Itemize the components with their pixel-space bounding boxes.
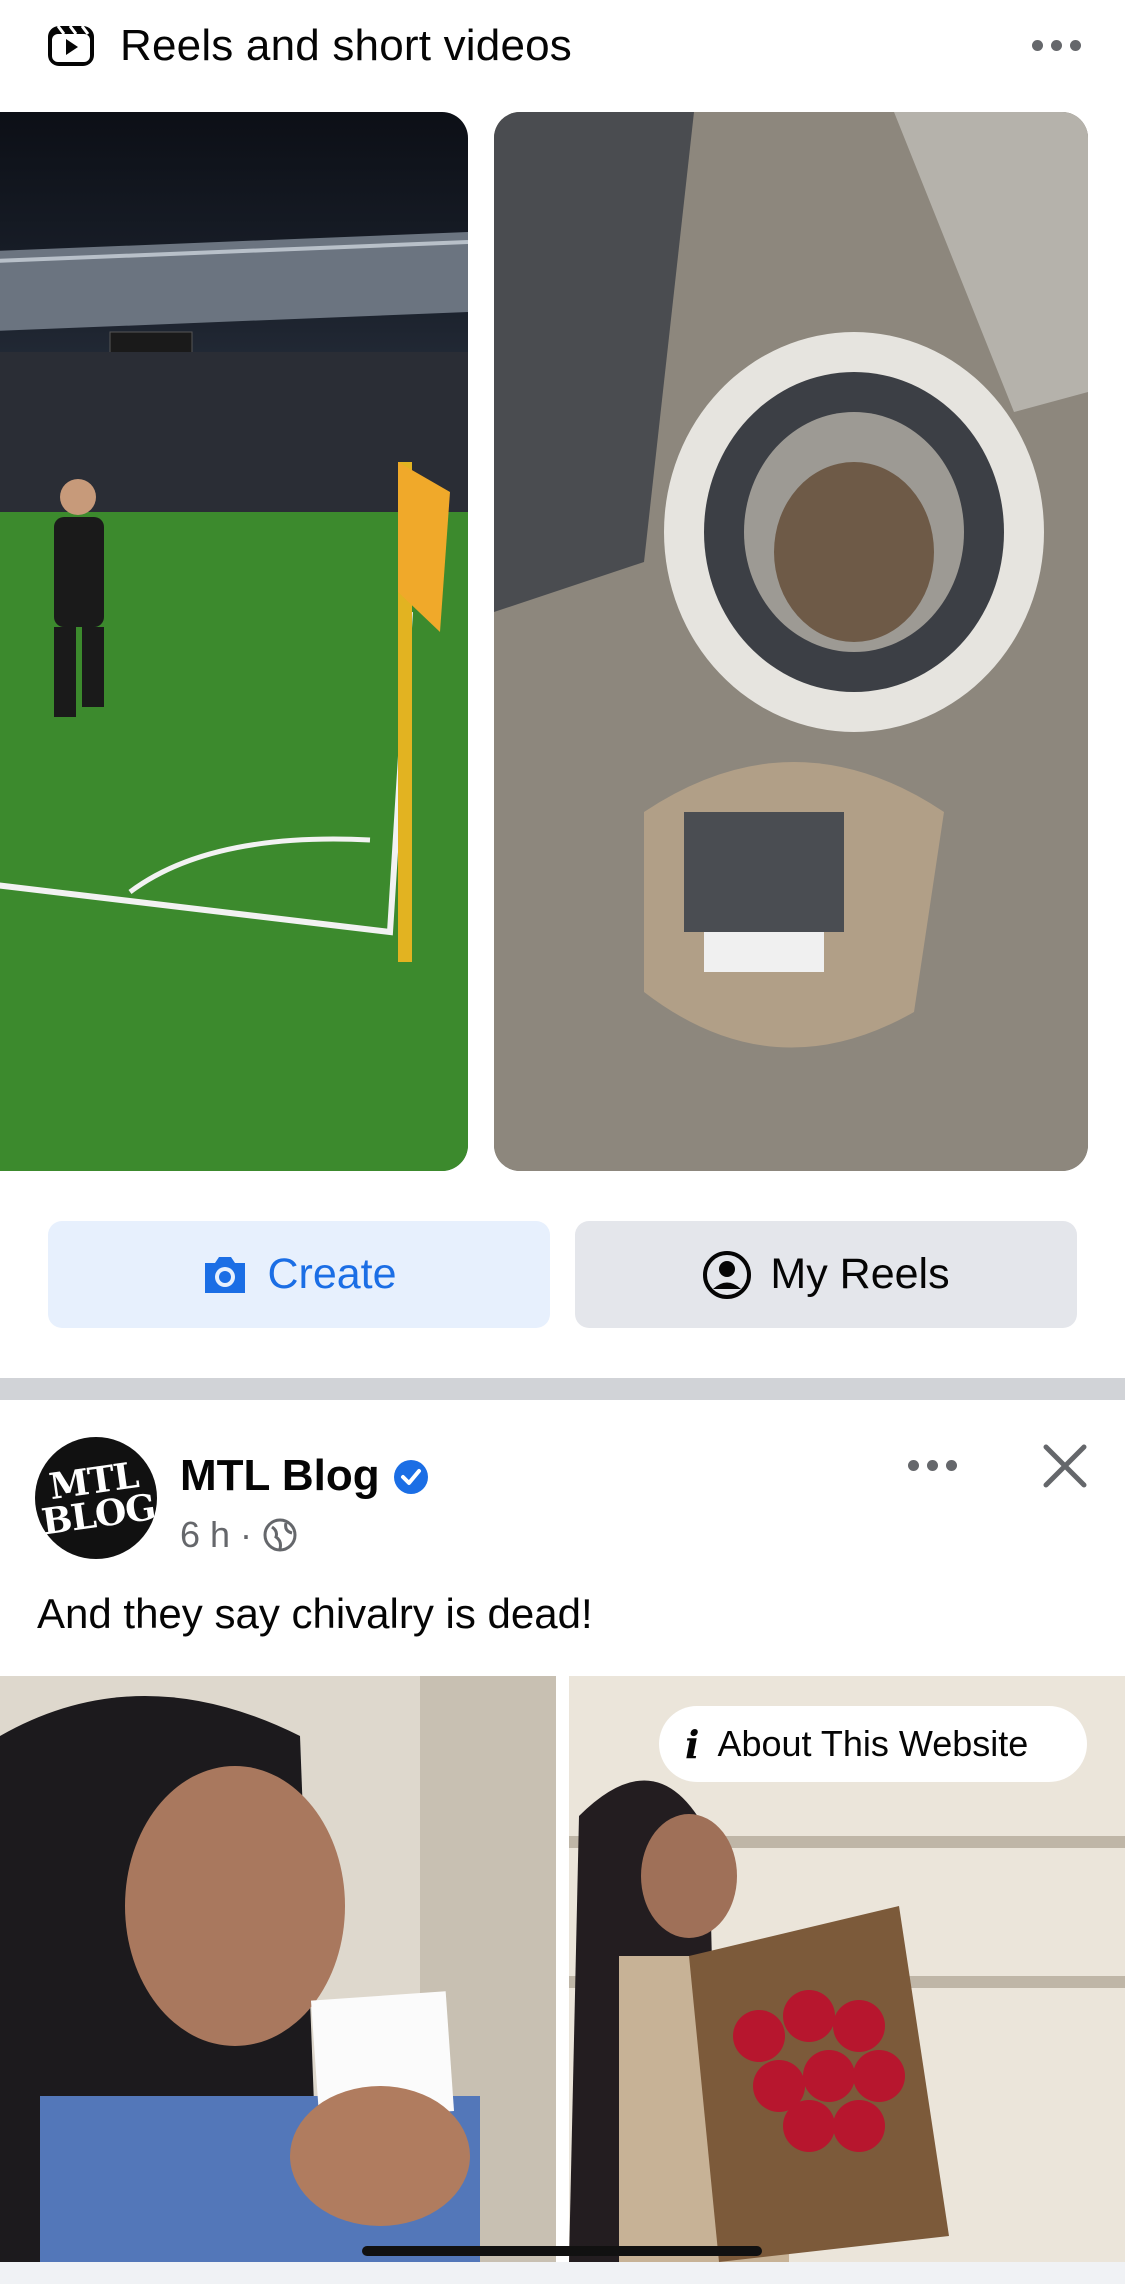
photo-1-illustration <box>0 1676 556 2262</box>
meta-separator: · <box>240 1514 253 1555</box>
reels-section-title: Reels and short videos <box>120 21 572 70</box>
feed-divider <box>0 1378 1125 1400</box>
profile-icon <box>703 1250 752 1299</box>
camera-icon <box>205 1256 246 1293</box>
post-time[interactable]: 6 h <box>180 1514 230 1556</box>
post-text: And they say chivalry is dead! <box>37 1590 593 1637</box>
reel-thumbnail-stadium-player[interactable] <box>0 112 468 1171</box>
create-reel-button[interactable]: Create <box>48 1221 550 1328</box>
globe-icon <box>263 1518 297 1552</box>
reel-thumbnail-stadium-aerial[interactable] <box>494 112 1088 1171</box>
my-reels-button-label: My Reels <box>770 1250 950 1298</box>
my-reels-button[interactable]: My Reels <box>575 1221 1077 1328</box>
avatar-logo-text: MTL BLOG <box>39 1454 158 1544</box>
reels-section-header: Reels and short videos <box>0 0 1125 110</box>
create-button-label: Create <box>267 1250 397 1298</box>
info-icon: i <box>685 1721 700 1767</box>
home-indicator[interactable] <box>362 2246 762 2256</box>
reel-2-illustration <box>494 112 1088 1171</box>
more-icon[interactable] <box>1032 40 1081 51</box>
post-more-icon[interactable] <box>908 1460 957 1471</box>
about-this-website-label: About This Website <box>717 1723 1029 1764</box>
reel-1-illustration <box>0 232 468 1171</box>
photo-separator <box>556 1676 569 2262</box>
post-photo-left[interactable] <box>0 1676 556 2262</box>
bottom-edge <box>0 2262 1125 2284</box>
close-icon[interactable] <box>1040 1441 1090 1491</box>
page-name-link[interactable]: MTL Blog <box>180 1448 380 1504</box>
avatar[interactable]: MTL BLOG <box>35 1437 158 1559</box>
reels-icon <box>48 25 94 66</box>
post-meta: 6 h · <box>180 1514 298 1556</box>
verified-icon <box>394 1460 428 1494</box>
about-this-website-button[interactable]: i About This Website <box>659 1706 1087 1782</box>
